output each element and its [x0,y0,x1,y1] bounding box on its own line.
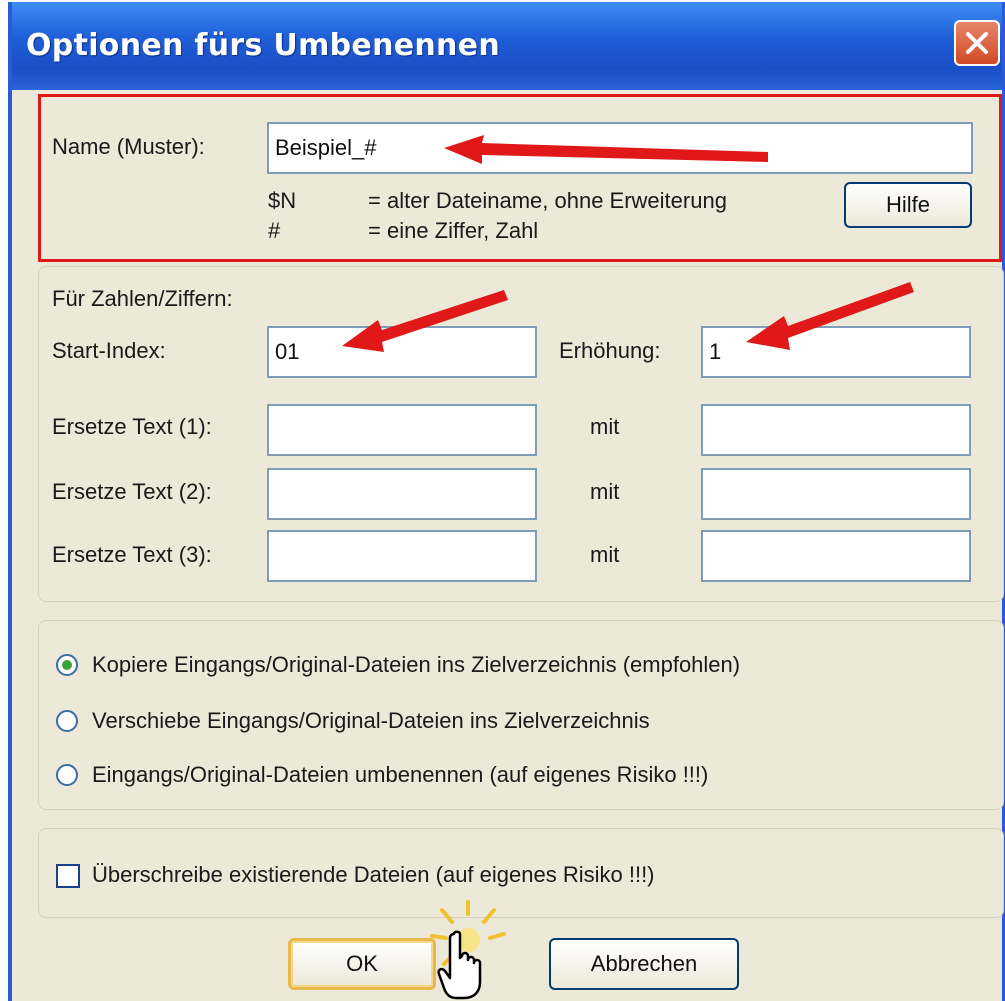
rename-options-dialog: Optionen fürs Umbenennen Name (Muster): … [8,2,1005,1001]
arrow-start-index [342,290,508,352]
arrow-increment [746,282,914,350]
annotation-arrows [342,135,914,352]
arrow-pattern [444,135,768,164]
hand-cursor-icon [437,930,482,1000]
